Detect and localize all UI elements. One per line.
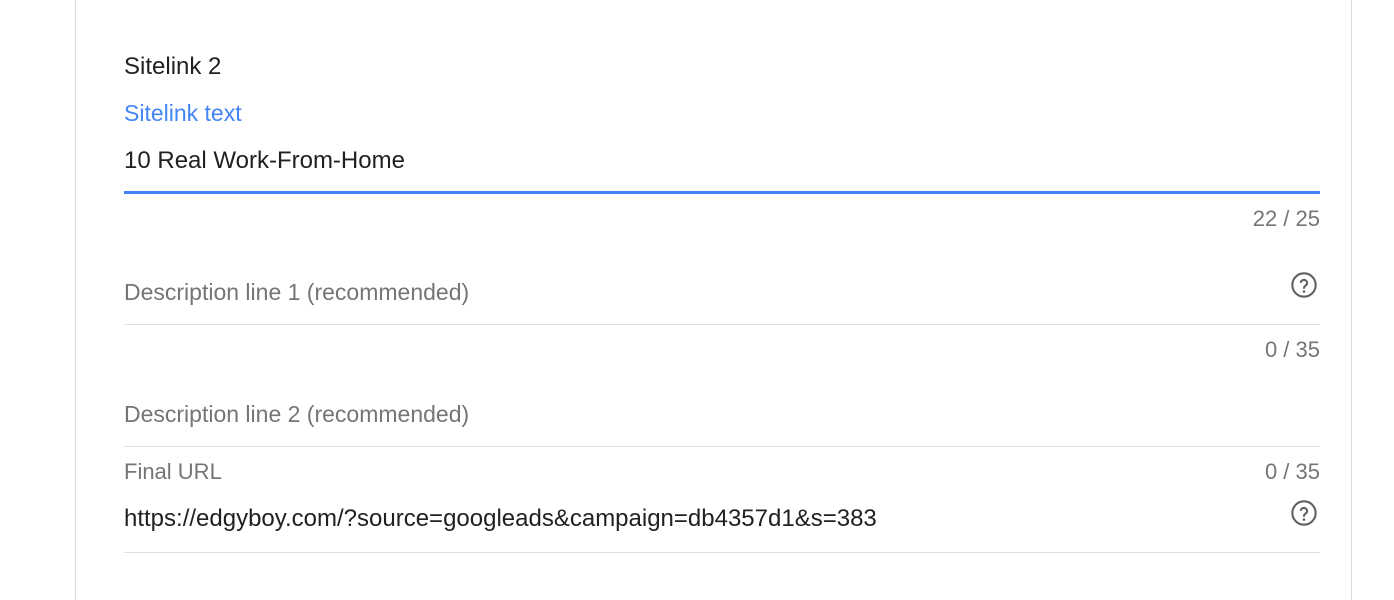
description-line-2-input[interactable] — [124, 399, 1274, 429]
help-icon[interactable] — [1290, 499, 1318, 527]
description-line-2-counter: 0 / 35 — [1264, 459, 1320, 484]
sitelink-title: Sitelink 2 — [124, 53, 222, 80]
sitelink-text-underline — [124, 191, 1320, 194]
sitelink-text-counter: 22 / 25 — [1252, 206, 1320, 231]
final-url-underline — [124, 552, 1320, 553]
final-url-label: Final URL — [124, 459, 222, 484]
final-url-input[interactable] — [124, 504, 1264, 534]
description-line-1-counter: 0 / 35 — [1264, 337, 1320, 362]
sitelink-text-label: Sitelink text — [124, 100, 242, 126]
help-icon[interactable] — [1290, 271, 1318, 299]
description-line-1-input[interactable] — [124, 277, 1274, 307]
description-line-2-underline — [124, 446, 1320, 447]
description-line-1-underline — [124, 324, 1320, 325]
sitelink-text-input[interactable] — [124, 146, 1274, 176]
